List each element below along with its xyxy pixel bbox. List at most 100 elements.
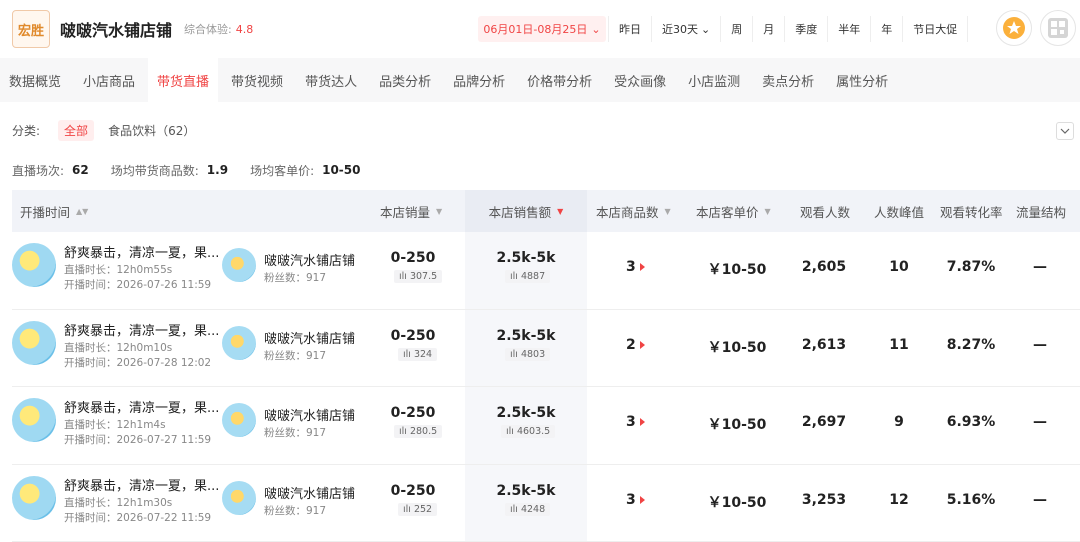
anchor-avatar[interactable] — [222, 481, 256, 515]
favorite-button[interactable] — [996, 10, 1032, 46]
tab-data-overview[interactable]: 数据概览 — [0, 58, 70, 102]
goods-count[interactable]: 2 — [626, 337, 645, 353]
revenue-value: 2.5k-5k — [490, 405, 562, 421]
chevron-down-icon: ⌄ — [591, 23, 600, 36]
period-last-30-days[interactable]: 近30天⌄ — [652, 16, 721, 42]
score-label: 综合体验: — [184, 21, 232, 37]
tab-price-band-analysis[interactable]: 价格带分析 — [518, 58, 601, 102]
conversion-rate: 6.93% — [940, 414, 1002, 430]
sales-mini-number: 280.5 — [410, 426, 437, 437]
col-sales-volume[interactable]: 本店销量▼ — [380, 190, 442, 232]
tab-category-analysis[interactable]: 品类分析 — [370, 58, 440, 102]
col-conversion[interactable]: 观看转化率 — [940, 190, 1003, 232]
category-filter: 分类: 全部 食品饮料（62） — [0, 102, 1080, 158]
stream-start-time: 开播时间：2026-07-26 11:59 — [64, 277, 211, 292]
stream-thumbnail[interactable] — [12, 476, 56, 520]
table-body: 舒爽暴击，清凉一夏，果... 直播时长：12h0m55s 开播时间：2026-0… — [12, 232, 1080, 542]
goods-count-value: 3 — [626, 259, 636, 275]
goods-count[interactable]: 3 — [626, 259, 645, 275]
table-row[interactable]: 舒爽暴击，清凉一夏，果... 直播时长：12h1m30s 开播时间：2026-0… — [12, 465, 1080, 542]
period-month[interactable]: 月 — [753, 16, 785, 42]
stream-title[interactable]: 舒爽暴击，清凉一夏，果... — [64, 242, 219, 261]
col-label: 观看人数 — [800, 202, 850, 221]
anchor-avatar[interactable] — [222, 403, 256, 437]
chevron-down-icon: ⌄ — [701, 23, 710, 36]
traffic-structure: — — [1030, 337, 1050, 353]
avg-goods-value: 1.9 — [207, 163, 228, 177]
tab-store-products[interactable]: 小店商品 — [74, 58, 144, 102]
anchor-avatar[interactable] — [222, 326, 256, 360]
anchor-name[interactable]: 啵啵汽水铺店铺 — [264, 405, 355, 424]
period-label: 节日大促 — [913, 21, 957, 37]
table-row[interactable]: 舒爽暴击，清凉一夏，果... 直播时长：12h0m10s 开播时间：2026-0… — [12, 310, 1080, 388]
sales-mini-number: 252 — [414, 504, 432, 515]
period-year[interactable]: 年 — [871, 16, 903, 42]
period-week[interactable]: 周 — [721, 16, 753, 42]
col-start-time[interactable]: 开播时间 ▲▼ — [20, 190, 88, 232]
period-festival-promo[interactable]: 节日大促 — [903, 16, 968, 42]
stream-title[interactable]: 舒爽暴击，清凉一夏，果... — [64, 475, 219, 494]
play-triangle-icon — [640, 418, 645, 426]
revenue-mini-value: ılı 4803 — [505, 348, 550, 361]
sales-mini-number: 307.5 — [410, 271, 437, 282]
col-traffic[interactable]: 流量结构 — [1016, 190, 1066, 232]
period-half-year[interactable]: 半年 — [828, 16, 871, 42]
goods-count-value: 2 — [626, 337, 636, 353]
col-viewers[interactable]: 观看人数 — [800, 190, 850, 232]
goods-count[interactable]: 3 — [626, 414, 645, 430]
revenue-mini-number: 4803 — [521, 349, 545, 360]
qrcode-button[interactable] — [1040, 10, 1076, 46]
anchor-name[interactable]: 啵啵汽水铺店铺 — [264, 483, 355, 502]
stream-thumbnail[interactable] — [12, 243, 56, 287]
stream-start-time: 开播时间：2026-07-27 11:59 — [64, 432, 211, 447]
col-label: 开播时间 — [20, 202, 70, 221]
stream-thumbnail[interactable] — [12, 398, 56, 442]
conversion-rate: 7.87% — [940, 259, 1002, 275]
tab-audience-profile[interactable]: 受众画像 — [605, 58, 675, 102]
sales-mini-value: ılı 307.5 — [394, 270, 442, 283]
sort-icon: ▲▼ — [76, 207, 88, 216]
stream-title[interactable]: 舒爽暴击，清凉一夏，果... — [64, 397, 219, 416]
date-range-picker[interactable]: 06月01日-08月25日 ⌄ — [478, 16, 606, 42]
col-revenue[interactable]: 本店销售额▼ — [465, 190, 587, 232]
period-yesterday[interactable]: 昨日 — [609, 16, 652, 42]
tab-bar: 数据概览 小店商品 带货直播 带货视频 带货达人 品类分析 品牌分析 价格带分析… — [0, 58, 1080, 102]
peak-viewers: 11 — [884, 337, 914, 353]
stream-start-time: 开播时间：2026-07-28 12:02 — [64, 355, 211, 370]
filter-chip-all[interactable]: 全部 — [58, 120, 94, 141]
tab-selling-point-analysis[interactable]: 卖点分析 — [753, 58, 823, 102]
sales-mini-value: ılı 324 — [398, 348, 437, 361]
anchor-avatar[interactable] — [222, 248, 256, 282]
tab-store-monitor[interactable]: 小店监测 — [679, 58, 749, 102]
revenue-mini-value: ılı 4887 — [505, 270, 550, 283]
store-name[interactable]: 啵啵汽水铺店铺 — [60, 17, 172, 41]
sales-mini-number: 324 — [414, 349, 432, 360]
anchor-name[interactable]: 啵啵汽水铺店铺 — [264, 250, 355, 269]
viewers: 2,697 — [798, 414, 850, 430]
period-quarter[interactable]: 季度 — [785, 16, 828, 42]
table-row[interactable]: 舒爽暴击，清凉一夏，果... 直播时长：12h0m55s 开播时间：2026-0… — [12, 232, 1080, 310]
viewers: 3,253 — [798, 492, 850, 508]
stream-title[interactable]: 舒爽暴击，清凉一夏，果... — [64, 320, 219, 339]
tab-attribute-analysis[interactable]: 属性分析 — [827, 58, 897, 102]
period-label: 年 — [881, 21, 892, 37]
col-unit-price[interactable]: 本店客单价▼ — [696, 190, 771, 232]
anchor-name[interactable]: 啵啵汽水铺店铺 — [264, 328, 355, 347]
stream-thumbnail[interactable] — [12, 321, 56, 365]
tab-live-streams[interactable]: 带货直播 — [148, 58, 218, 102]
period-label: 月 — [763, 21, 774, 37]
goods-count[interactable]: 3 — [626, 492, 645, 508]
tab-influencers[interactable]: 带货达人 — [296, 58, 366, 102]
star-icon — [1002, 16, 1026, 40]
col-goods-count[interactable]: 本店商品数▼ — [596, 190, 671, 232]
collapse-filter-button[interactable] — [1056, 122, 1074, 140]
peak-viewers: 9 — [884, 414, 914, 430]
play-triangle-icon — [640, 496, 645, 504]
tab-brand-analysis[interactable]: 品牌分析 — [444, 58, 514, 102]
tab-videos[interactable]: 带货视频 — [222, 58, 292, 102]
table-row[interactable]: 舒爽暴击，清凉一夏，果... 直播时长：12h1m4s 开播时间：2026-07… — [12, 387, 1080, 465]
play-triangle-icon — [640, 263, 645, 271]
filter-chip-food-beverage[interactable]: 食品饮料（62） — [108, 122, 195, 139]
col-peak[interactable]: 人数峰值 — [874, 190, 924, 232]
stream-duration: 直播时长：12h0m55s — [64, 262, 172, 277]
